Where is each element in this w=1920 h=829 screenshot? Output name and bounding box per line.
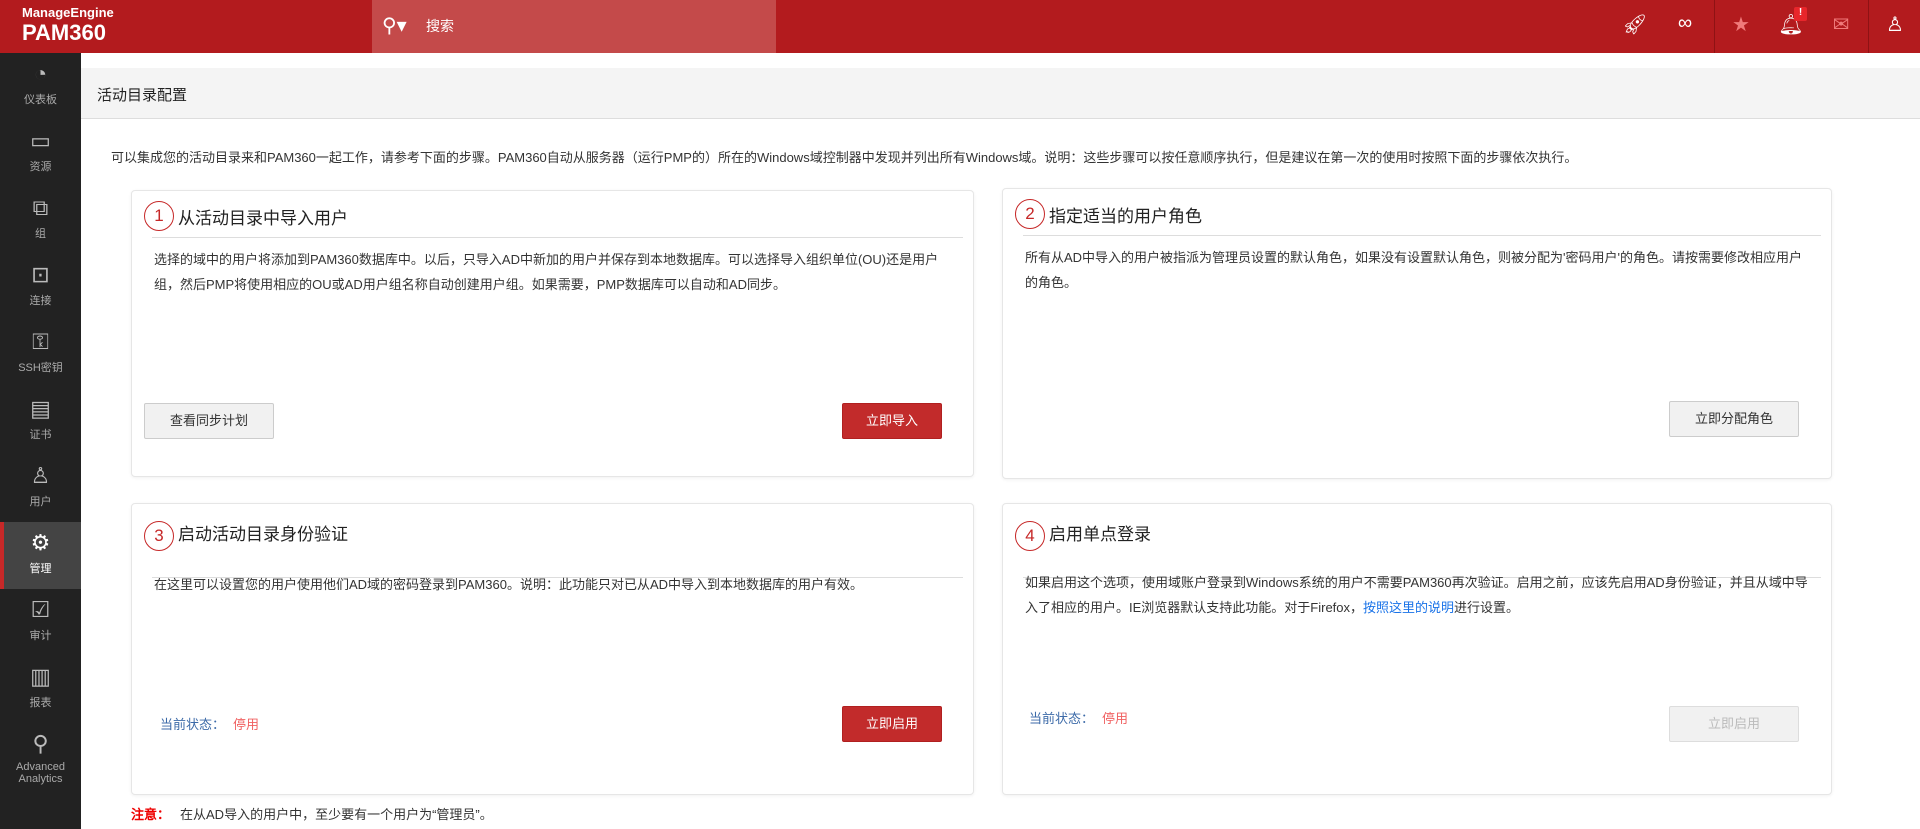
search-box[interactable]: ⚲▾ 搜索 [372,0,776,53]
sidebar-icon: ♙ [30,463,51,488]
sidebar-icon: ⊡ [31,262,50,287]
sidebar-item[interactable]: ⊡ 连接 [0,254,81,321]
card-import-users: 1 从活动目录中导入用户 选择的域中的用户将添加到PAM360数据库中。以后，只导… [131,190,974,477]
note: 注意： 在从AD导入的用户中，至少要有一个用户为“管理员”。 [131,804,493,823]
sidebar-item-label: 连接 [29,295,52,307]
current-status: 当前状态： 停用 [1029,708,1128,727]
sidebar-item-label: 审计 [29,630,52,642]
sidebar-item[interactable]: ♙ 用户 [0,455,81,522]
step-number: 3 [144,521,174,551]
user-star-icon[interactable]: ★ [1726,12,1756,37]
sidebar-item[interactable]: ⚲ Advanced Analytics [0,723,81,790]
step-number: 4 [1015,521,1045,551]
card-single-sign-on: 4 启用单点登录 如果启用这个选项，使用域账户登录到Windows系统的用户不需要… [1002,503,1832,795]
user-icon[interactable]: ♙ [1880,12,1910,37]
product-name[interactable]: PAM360 [22,20,106,46]
card-assign-roles: 2 指定适当的用户角色 所有从AD中导入的用户被指派为管理员设置的默认角色，如果没… [1002,188,1832,479]
search-placeholder[interactable]: 搜索 [426,16,454,36]
sidebar-item-label: 用户 [29,496,52,508]
sidebar-icon: ▭ [30,128,51,153]
card-description: 所有从AD中导入的用户被指派为管理员设置的默认角色，如果没有设置默认角色，则被分… [1025,250,1803,290]
note-label: 注意： [131,807,171,822]
sidebar-item[interactable]: ⚿ SSH密钥 [0,321,81,388]
title-bar: 活动目录配置 [81,68,1920,119]
sidebar-icon: ◔ [33,61,48,86]
divider [1868,0,1869,53]
step-number: 2 [1015,199,1045,229]
status-value: 停用 [1102,711,1129,726]
import-now-button[interactable]: 立即导入 [842,403,942,439]
sidebar-icon: ⚙ [30,530,51,555]
card-description: 如果启用这个选项，使用域账户登录到Windows系统的用户不需要PAM360再次… [1025,570,1811,620]
sidebar-item-label: 管理 [29,563,52,575]
brand-logo: ManageEngine [22,5,114,20]
sidebar-item-label: 报表 [29,697,52,709]
assign-roles-button[interactable]: 立即分配角色 [1669,401,1799,437]
sidebar-icon: ▥ [30,664,51,689]
notification-badge: ! [1794,7,1807,21]
sidebar-icon: ☑ [30,597,51,622]
sidebar-icon: ⚲ [32,731,49,756]
sidebar-icon: ▤ [30,396,51,421]
link-icon[interactable]: ∞ [1670,12,1700,35]
sidebar-item[interactable]: ☑ 审计 [0,589,81,656]
view-sync-schedule-button[interactable]: 查看同步计划 [144,403,274,439]
sidebar-item[interactable]: ⧉ 组 [0,187,81,254]
sidebar-icon: ⧉ [32,195,49,220]
sidebar-item[interactable]: ▤ 证书 [0,388,81,455]
sidebar-item-label: Advanced Analytics [16,761,65,785]
rocket-icon[interactable]: 🚀︎ [1620,12,1650,37]
card-description: 在这里可以设置您的用户使用他们AD域的密码登录到PAM360。说明：此功能只对已… [154,577,864,592]
sidebar-item[interactable]: ▥ 报表 [0,656,81,723]
description-end: 进行设置。 [1454,600,1520,615]
card-title: 从活动目录中导入用户 [178,208,348,228]
sidebar: ◔ 仪表板 ▭ 资源 ⧉ 组 ⊡ 连接 ⚿ SSH密钥 ▤ 证书 ♙ 用户 ⚙ 管理 ☑ 审计 ▥ 报表 ⚲ Advanc… [0,53,81,829]
status-label: 当前状态： [1029,711,1095,726]
step-number: 1 [144,201,174,231]
page-title: 活动目录配置 [97,87,188,104]
note-text: 在从AD导入的用户中，至少要有一个用户为“管理员”。 [180,807,493,822]
enable-sso-button[interactable]: 立即启用 [1669,706,1799,742]
enable-now-button[interactable]: 立即启用 [842,706,942,742]
card-title: 启动活动目录身份验证 [178,525,348,544]
intro-text: 可以集成您的活动目录来和PAM360一起工作，请参考下面的步骤。PAM360自动… [111,150,1578,165]
sidebar-item-label: 资源 [29,161,52,173]
card-ad-authentication: 3 启动活动目录身份验证 在这里可以设置您的用户使用他们AD域的密码登录到PAM3… [131,503,974,795]
status-label: 当前状态： [160,717,226,732]
card-title: 启用单点登录 [1049,525,1151,544]
search-icon[interactable]: ⚲▾ [382,13,407,38]
card-description: 选择的域中的用户将添加到PAM360数据库中。以后，只导入AD中新加的用户并保存… [154,252,939,292]
divider [1714,0,1715,53]
sidebar-item-label: 组 [35,228,46,240]
sidebar-item-label: SSH密钥 [18,362,63,374]
sidebar-item-label: 证书 [29,429,52,441]
sidebar-item[interactable]: ◔ 仪表板 [0,53,81,120]
sidebar-item[interactable]: ⚙ 管理 [0,522,81,589]
current-status: 当前状态： 停用 [160,714,259,733]
instructions-link[interactable]: 按照这里的说明 [1363,600,1454,615]
sidebar-item-label: 仪表板 [24,94,57,106]
sidebar-item[interactable]: ▭ 资源 [0,120,81,187]
mail-icon[interactable]: ✉ [1826,12,1856,37]
status-value: 停用 [233,717,260,732]
card-title: 指定适当的用户角色 [1049,206,1202,226]
top-header: ManageEngine PAM360 ⚲▾ 搜索 🚀︎ ∞ ★ 🔔︎ ! ✉ … [0,0,1920,53]
sidebar-icon: ⚿ [32,329,49,354]
